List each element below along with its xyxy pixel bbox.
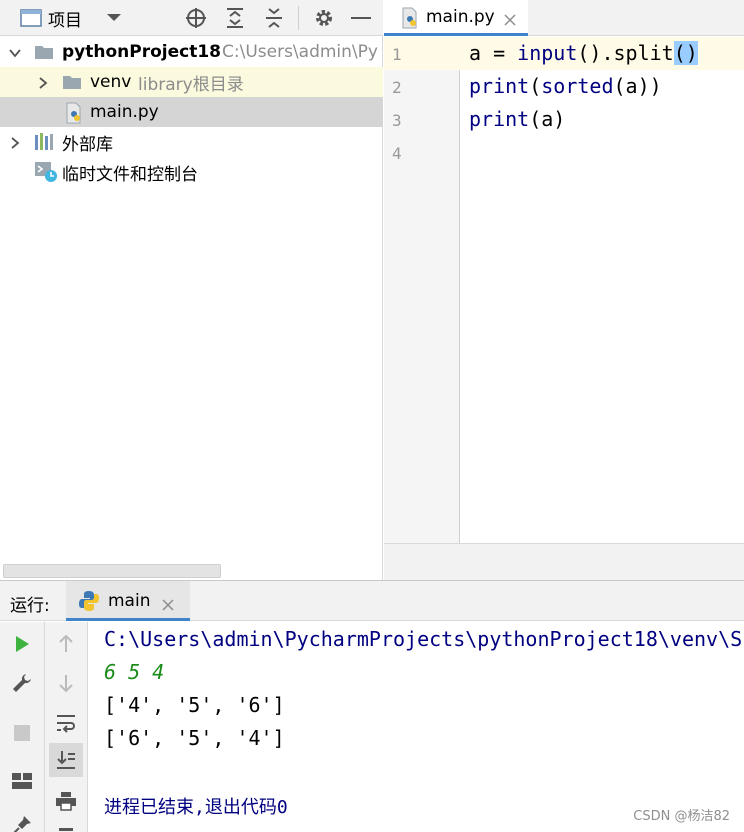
trash-icon[interactable] bbox=[53, 822, 79, 832]
collapse-all-icon[interactable] bbox=[264, 0, 284, 36]
tree-item-main-py[interactable]: main.py bbox=[0, 97, 383, 127]
wrench-icon[interactable] bbox=[9, 670, 35, 696]
code-line-2: print(sorted(a)) bbox=[469, 74, 662, 98]
tree-item-project-root[interactable]: pythonProject18 C:\Users\admin\Py bbox=[0, 37, 383, 67]
minimize-icon[interactable] bbox=[351, 0, 371, 36]
project-path: C:\Users\admin\Py bbox=[222, 42, 378, 62]
scroll-to-end-icon[interactable] bbox=[49, 743, 83, 777]
console-input: 6 5 4 bbox=[104, 660, 165, 684]
line-number: 4 bbox=[392, 144, 402, 163]
venv-sub: library根目录 bbox=[138, 74, 244, 95]
folder-icon bbox=[34, 42, 54, 62]
code-line-1: a = input().split() bbox=[469, 41, 698, 65]
scratches-label: 临时文件和控制台 bbox=[62, 164, 198, 185]
venv-label: venv bbox=[90, 72, 132, 92]
close-icon[interactable] bbox=[162, 596, 174, 616]
library-icon bbox=[34, 132, 54, 152]
editor-tabs: main.py bbox=[384, 0, 744, 36]
main-py-label: main.py bbox=[90, 102, 159, 122]
console-exit-message: 进程已结束,退出代码0 bbox=[104, 797, 288, 818]
line-number: 3 bbox=[392, 111, 402, 130]
tab-run-main[interactable]: main bbox=[66, 581, 190, 621]
tab-main-py[interactable]: main.py bbox=[384, 0, 528, 36]
project-view-title[interactable]: 项目 bbox=[48, 0, 82, 36]
line-number: 2 bbox=[392, 78, 402, 97]
tree-item-scratches[interactable]: 临时文件和控制台 bbox=[0, 157, 383, 187]
editor-breadcrumb-bar bbox=[384, 543, 744, 580]
project-toolbar: 项目 bbox=[0, 0, 383, 36]
horizontal-scrollbar[interactable] bbox=[3, 564, 221, 578]
run-panel: 运行: main C:\Users\admin\PycharmProjects\… bbox=[0, 580, 744, 832]
layout-icon[interactable] bbox=[9, 768, 35, 794]
project-name: pythonProject18 bbox=[62, 42, 222, 62]
tree-item-external-libs[interactable]: 外部库 bbox=[0, 127, 383, 157]
rerun-icon[interactable] bbox=[9, 631, 35, 657]
python-file-icon bbox=[400, 7, 420, 34]
tab-label: main.py bbox=[426, 7, 495, 27]
console-output-1: ['4', '5', '6'] bbox=[104, 693, 285, 717]
editor: main.py 1 2 3 4 a = input().split() prin… bbox=[384, 0, 744, 580]
project-panel: 项目 pythonProject18 C:\Users\admin\Py ven… bbox=[0, 0, 383, 580]
python-icon bbox=[78, 590, 100, 617]
external-libs-label: 外部库 bbox=[62, 134, 113, 155]
console-output-2: ['6', '5', '4'] bbox=[104, 726, 285, 750]
chevron-right-icon[interactable] bbox=[36, 75, 50, 89]
run-title: 运行: bbox=[10, 596, 50, 616]
locate-icon[interactable] bbox=[185, 0, 207, 36]
stop-icon[interactable] bbox=[9, 720, 35, 746]
close-icon[interactable] bbox=[504, 11, 516, 31]
run-tab-label: main bbox=[108, 591, 151, 611]
bracket-match-highlight: () bbox=[673, 41, 698, 65]
watermark: CSDN @杨洁82 bbox=[633, 809, 730, 824]
run-toolbar bbox=[0, 622, 88, 832]
tree-item-venv[interactable]: venv library根目录 bbox=[0, 67, 383, 97]
arrow-up-icon[interactable] bbox=[53, 631, 79, 657]
gear-icon[interactable] bbox=[313, 0, 335, 36]
code-line-3: print(a) bbox=[469, 107, 566, 131]
python-file-icon bbox=[64, 102, 84, 124]
chevron-down-icon[interactable] bbox=[106, 0, 122, 36]
run-header: 运行: main bbox=[0, 581, 744, 621]
expand-all-icon[interactable] bbox=[225, 0, 245, 36]
line-number: 1 bbox=[392, 45, 402, 64]
pin-icon[interactable] bbox=[9, 812, 35, 832]
chevron-right-icon[interactable] bbox=[8, 135, 22, 149]
scratches-icon bbox=[34, 161, 57, 182]
console-path: C:\Users\admin\PycharmProjects\pythonPro… bbox=[104, 627, 744, 651]
chevron-down-icon[interactable] bbox=[8, 45, 22, 59]
soft-wrap-icon[interactable] bbox=[53, 710, 79, 736]
project-view-icon[interactable] bbox=[20, 0, 42, 36]
folder-icon bbox=[62, 72, 82, 92]
print-icon[interactable] bbox=[53, 788, 79, 814]
arrow-down-icon[interactable] bbox=[53, 670, 79, 696]
